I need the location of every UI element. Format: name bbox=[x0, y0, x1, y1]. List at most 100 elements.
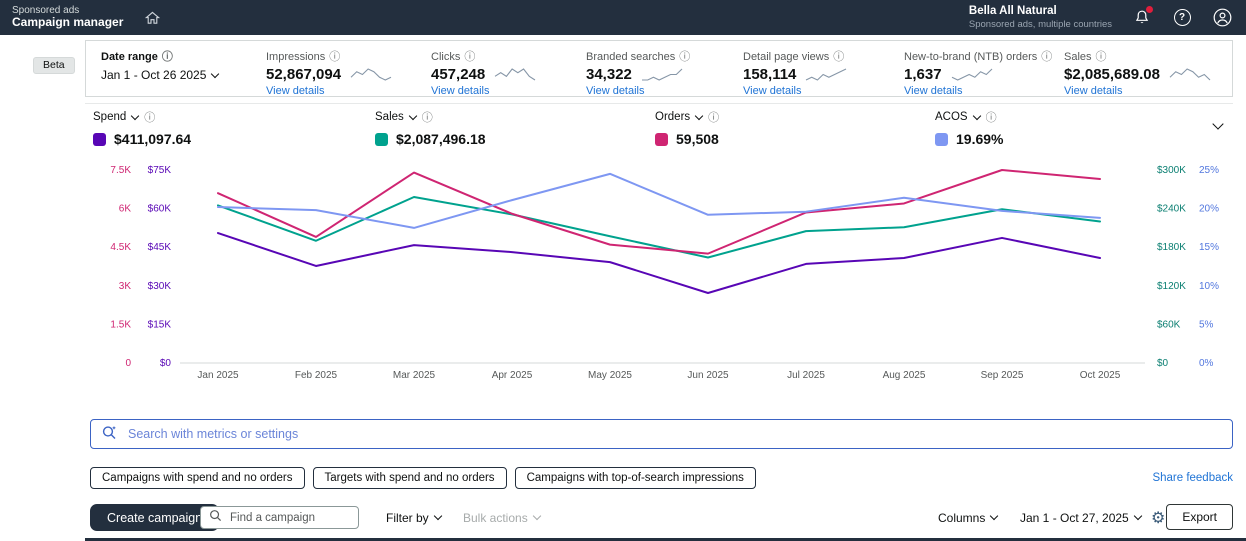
metric-card-sales: Salesⓘ $2,085,689.08 View details bbox=[1064, 48, 1211, 97]
info-icon[interactable]: ⓘ bbox=[833, 51, 844, 63]
svg-text:0%: 0% bbox=[1199, 358, 1214, 369]
metric-label: Detail page views bbox=[743, 51, 829, 63]
svg-text:3K: 3K bbox=[119, 281, 132, 292]
filter-by-dropdown[interactable]: Filter by bbox=[386, 504, 443, 531]
svg-text:Jun 2025: Jun 2025 bbox=[687, 370, 729, 381]
svg-text:$45K: $45K bbox=[148, 242, 172, 253]
metric-value: 158,114 bbox=[743, 66, 796, 83]
selector-label: Sales bbox=[375, 111, 404, 123]
svg-text:5%: 5% bbox=[1199, 319, 1214, 330]
info-icon[interactable]: ⓘ bbox=[144, 109, 155, 125]
selector-label: ACOS bbox=[935, 111, 968, 123]
info-icon[interactable]: ⓘ bbox=[329, 51, 340, 63]
chevron-down-icon bbox=[990, 512, 998, 520]
quick-filter-spend-no-orders-targets[interactable]: Targets with spend and no orders bbox=[313, 467, 507, 489]
help-icon[interactable]: ? bbox=[1172, 8, 1192, 28]
svg-text:Sep 2025: Sep 2025 bbox=[981, 370, 1024, 381]
info-icon[interactable]: ⓘ bbox=[1096, 51, 1107, 63]
info-icon[interactable]: ⓘ bbox=[986, 109, 997, 125]
chevron-down-icon bbox=[433, 512, 441, 520]
selector-value: 19.69% bbox=[956, 131, 1003, 147]
metric-card-detail-page-views: Detail page views ⓘ 158,114 View details bbox=[743, 48, 847, 97]
table-date-range-selector[interactable]: Jan 1 - Oct 27, 2025 bbox=[1020, 504, 1143, 531]
info-icon[interactable]: ⓘ bbox=[422, 109, 433, 125]
svg-text:1.5K: 1.5K bbox=[110, 319, 131, 330]
svg-text:$0: $0 bbox=[160, 358, 172, 369]
search-icon bbox=[101, 424, 118, 445]
chart-metric-orders[interactable]: Ordersⓘ 59,508 bbox=[655, 109, 719, 147]
info-icon[interactable]: ⓘ bbox=[679, 51, 690, 63]
chevron-down-icon bbox=[131, 111, 139, 119]
share-feedback-link[interactable]: Share feedback bbox=[1152, 472, 1233, 484]
svg-text:4.5K: 4.5K bbox=[110, 242, 131, 253]
sales-swatch bbox=[375, 133, 388, 146]
quick-filter-spend-no-orders-campaigns[interactable]: Campaigns with spend and no orders bbox=[90, 467, 305, 489]
sparkline bbox=[494, 67, 536, 82]
svg-text:6K: 6K bbox=[119, 204, 132, 215]
quick-filters: Campaigns with spend and no orders Targe… bbox=[90, 467, 756, 489]
date-range-value[interactable]: Jan 1 - Oct 26 2025 bbox=[101, 68, 220, 82]
metrics-search-input[interactable] bbox=[126, 426, 1222, 442]
info-icon[interactable]: ⓘ bbox=[162, 51, 173, 63]
svg-text:0: 0 bbox=[125, 358, 131, 369]
chart-metric-spend[interactable]: Spendⓘ $411,097.64 bbox=[93, 109, 191, 147]
metric-label: Impressions bbox=[266, 51, 325, 63]
metric-label: New-to-brand (NTB) orders bbox=[904, 51, 1037, 63]
chart-metric-acos[interactable]: ACOS ⓘ 19.69% bbox=[935, 109, 1003, 147]
svg-text:$60K: $60K bbox=[1157, 319, 1181, 330]
selector-value: 59,508 bbox=[676, 131, 719, 147]
beta-badge: Beta bbox=[33, 57, 75, 74]
notifications-bell-icon[interactable] bbox=[1132, 8, 1152, 28]
view-details-link[interactable]: View details bbox=[743, 85, 847, 97]
collapse-chart-chevron-icon[interactable] bbox=[1212, 118, 1223, 129]
chart-metric-sales[interactable]: Salesⓘ $2,087,496.18 bbox=[375, 109, 486, 147]
metric-label: Clicks bbox=[431, 51, 460, 63]
columns-dropdown[interactable]: Columns bbox=[938, 504, 999, 531]
nav-right-cluster: Bella All Natural Sponsored ads, multipl… bbox=[969, 0, 1232, 35]
find-campaign-box bbox=[200, 506, 359, 529]
acos-swatch bbox=[935, 133, 948, 146]
svg-text:$15K: $15K bbox=[148, 319, 172, 330]
svg-text:Jul 2025: Jul 2025 bbox=[787, 370, 825, 381]
metrics-search-bar bbox=[90, 419, 1233, 449]
svg-text:Oct 2025: Oct 2025 bbox=[1080, 370, 1121, 381]
account-subtitle: Sponsored ads, multiple countries bbox=[969, 19, 1112, 30]
view-details-link[interactable]: View details bbox=[266, 85, 392, 97]
table-toolbar: Create campaign Filter by Bulk actions C… bbox=[0, 504, 1246, 532]
info-icon[interactable]: ⓘ bbox=[464, 51, 475, 63]
search-icon bbox=[209, 509, 222, 527]
view-details-link[interactable]: View details bbox=[431, 85, 536, 97]
settings-gear-icon[interactable]: ⚙ bbox=[1151, 504, 1165, 531]
chevron-down-icon bbox=[532, 512, 540, 520]
home-icon[interactable] bbox=[145, 11, 160, 25]
find-campaign-input[interactable] bbox=[228, 511, 386, 525]
view-details-link[interactable]: View details bbox=[904, 85, 1052, 97]
svg-text:$75K: $75K bbox=[148, 165, 172, 176]
metric-value: 34,322 bbox=[586, 66, 632, 83]
account-switcher[interactable]: Bella All Natural Sponsored ads, multipl… bbox=[969, 5, 1112, 30]
campaign-manager-page: Sponsored ads Campaign manager Bella All… bbox=[0, 0, 1246, 541]
date-range-selector[interactable]: Date rangeⓘ Jan 1 - Oct 26 2025 bbox=[101, 48, 220, 82]
date-range-label: Date rangeⓘ bbox=[101, 48, 220, 64]
performance-chart: 01.5K3K4.5K6K7.5K$0$15K$30K$45K$60K$75K$… bbox=[95, 160, 1225, 388]
view-details-link[interactable]: View details bbox=[1064, 85, 1211, 97]
sparkline bbox=[641, 67, 683, 82]
orders-swatch bbox=[655, 133, 668, 146]
svg-text:20%: 20% bbox=[1199, 204, 1219, 215]
user-account-icon[interactable] bbox=[1212, 8, 1232, 28]
view-details-link[interactable]: View details bbox=[586, 85, 690, 97]
account-name: Bella All Natural bbox=[969, 5, 1112, 19]
chevron-down-icon bbox=[1133, 512, 1141, 520]
svg-text:Apr 2025: Apr 2025 bbox=[492, 370, 533, 381]
chevron-down-icon bbox=[409, 111, 417, 119]
info-icon[interactable]: ⓘ bbox=[708, 109, 719, 125]
export-button[interactable]: Export bbox=[1166, 504, 1233, 530]
svg-text:7.5K: 7.5K bbox=[110, 165, 131, 176]
bulk-actions-dropdown[interactable]: Bulk actions bbox=[463, 504, 542, 531]
top-nav: Sponsored ads Campaign manager Bella All… bbox=[0, 0, 1246, 35]
svg-text:$30K: $30K bbox=[148, 281, 172, 292]
quick-filter-top-of-search[interactable]: Campaigns with top-of-search impressions bbox=[515, 467, 756, 489]
svg-text:Feb 2025: Feb 2025 bbox=[295, 370, 338, 381]
info-icon[interactable]: ⓘ bbox=[1041, 51, 1052, 63]
svg-text:25%: 25% bbox=[1199, 165, 1219, 176]
